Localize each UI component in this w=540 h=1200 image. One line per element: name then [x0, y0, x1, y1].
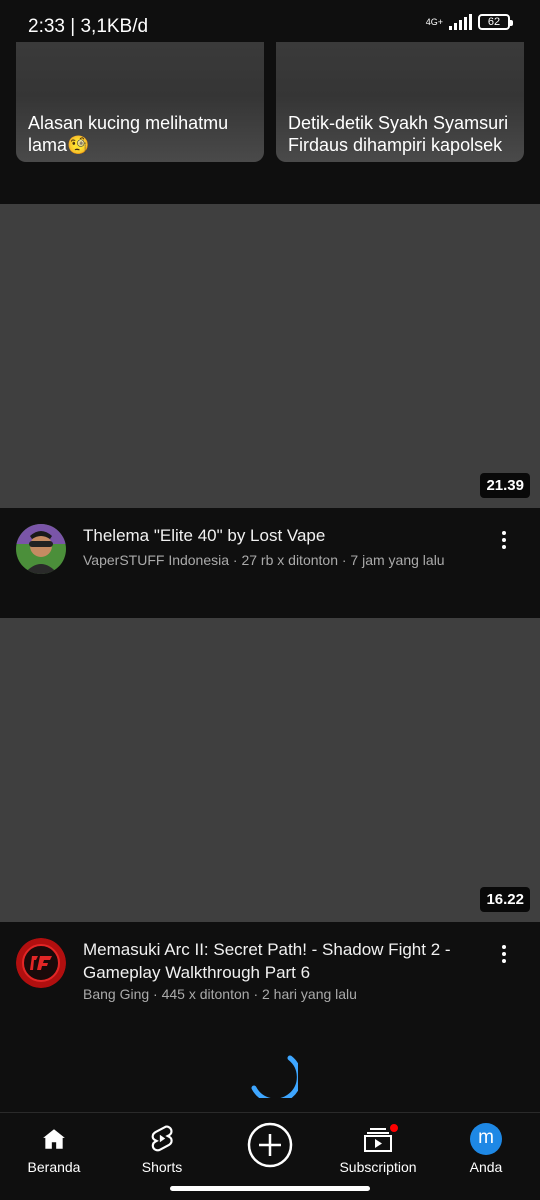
short-title: Detik-detik Syakh Syamsuri Firdaus diham…: [288, 113, 509, 155]
video-subtitle: Bang Ging · 445 x ditonton · 2 hari yang…: [83, 986, 357, 1002]
home-icon: [41, 1123, 67, 1155]
channel-avatar[interactable]: [16, 938, 66, 988]
channel-avatar-logo: [16, 938, 66, 988]
nav-you-label: Anda: [469, 1159, 503, 1175]
video-meta: Thelema "Elite 40" by Lost Vape VaperSTU…: [0, 508, 540, 618]
nav-subscription[interactable]: Subscription: [324, 1113, 432, 1183]
video-thumbnail[interactable]: 16.22: [0, 618, 540, 922]
more-options-icon[interactable]: [492, 528, 516, 552]
video-title[interactable]: Thelema "Elite 40" by Lost Vape: [83, 524, 480, 547]
nav-subscription-label: Subscription: [339, 1159, 417, 1175]
nav-home-label: Beranda: [27, 1159, 81, 1175]
channel-avatar[interactable]: [16, 524, 66, 574]
video-thumbnail[interactable]: 21.39: [0, 204, 540, 508]
video-subtitle: VaperSTUFF Indonesia · 27 rb x ditonton …: [83, 552, 445, 568]
network-label: 4G+: [425, 16, 443, 27]
account-initial: m: [470, 1123, 502, 1155]
shorts-icon: [149, 1123, 175, 1155]
short-card[interactable]: Detik-detik Syakh Syamsuri Firdaus diham…: [276, 42, 524, 162]
gesture-bar[interactable]: [170, 1186, 370, 1191]
notification-dot: [389, 1123, 399, 1133]
status-icons: 4G+ 62: [425, 14, 513, 30]
nav-shorts-label: Shorts: [141, 1159, 183, 1175]
video-meta: Memasuki Arc II: Secret Path! - Shadow F…: [0, 922, 540, 1032]
nav-shorts[interactable]: Shorts: [108, 1113, 216, 1183]
battery-icon: 62: [478, 14, 513, 30]
subscriptions-icon: [363, 1123, 399, 1155]
battery-level: 62: [487, 16, 501, 28]
status-time: 2:33 | 3,1KB/d: [28, 16, 149, 37]
duration-badge: 21.39: [480, 473, 530, 498]
network-type: 4G+: [425, 16, 443, 27]
status-bar: 2:33 | 3,1KB/d 4G+ 62: [0, 0, 540, 48]
short-title: Alasan kucing melihatmu lama🧐: [28, 113, 229, 155]
plus-circle-icon: [247, 1121, 293, 1169]
short-card[interactable]: Alasan kucing melihatmu lama🧐: [16, 42, 264, 162]
account-avatar: m: [470, 1123, 502, 1155]
nav-home[interactable]: Beranda: [0, 1113, 108, 1183]
more-options-icon[interactable]: [492, 942, 516, 966]
channel-avatar-person: [16, 524, 66, 574]
signal-icon: [449, 14, 472, 30]
nav-you[interactable]: m Anda: [432, 1113, 540, 1183]
video-title[interactable]: Memasuki Arc II: Secret Path! - Shadow F…: [83, 938, 480, 984]
duration-badge: 16.22: [480, 887, 530, 912]
shorts-shelf: Alasan kucing melihatmu lama🧐 Detik-deti…: [16, 42, 524, 162]
loading-spinner-icon: [251, 1055, 298, 1098]
nav-create[interactable]: [216, 1113, 324, 1183]
